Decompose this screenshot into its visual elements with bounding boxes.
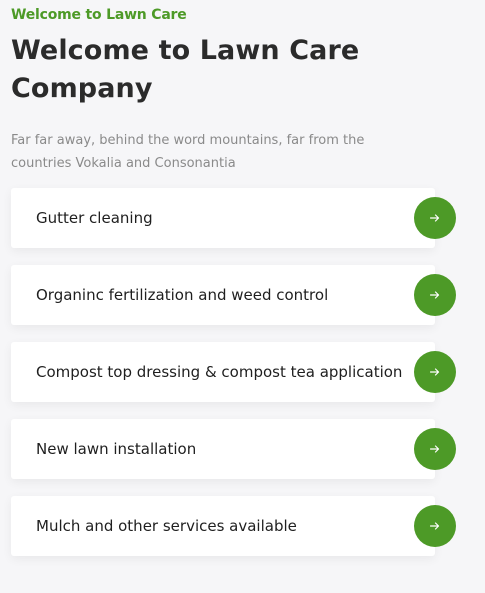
service-label: New lawn installation <box>36 440 197 458</box>
service-item-gutter-cleaning[interactable]: Gutter cleaning <box>11 188 435 248</box>
service-item-new-lawn[interactable]: New lawn installation <box>11 419 435 479</box>
arrow-right-icon <box>430 368 440 376</box>
service-item-fertilization[interactable]: Organinc fertilization and weed control <box>11 265 435 325</box>
service-arrow-button[interactable] <box>414 505 456 547</box>
service-item-compost[interactable]: Compost top dressing & compost tea appli… <box>11 342 435 402</box>
arrow-right-icon <box>430 522 440 530</box>
service-arrow-button[interactable] <box>414 351 456 393</box>
arrow-right-icon <box>430 291 440 299</box>
service-arrow-button[interactable] <box>414 274 456 316</box>
services-list: Gutter cleaning Organinc fertilization a… <box>0 0 485 593</box>
service-label: Compost top dressing & compost tea appli… <box>36 363 403 381</box>
service-label: Gutter cleaning <box>36 209 153 227</box>
service-label: Mulch and other services available <box>36 517 297 535</box>
arrow-right-icon <box>430 214 440 222</box>
service-arrow-button[interactable] <box>414 197 456 239</box>
service-item-mulch[interactable]: Mulch and other services available <box>11 496 435 556</box>
service-arrow-button[interactable] <box>414 428 456 470</box>
service-label: Organinc fertilization and weed control <box>36 286 329 304</box>
arrow-right-icon <box>430 445 440 453</box>
